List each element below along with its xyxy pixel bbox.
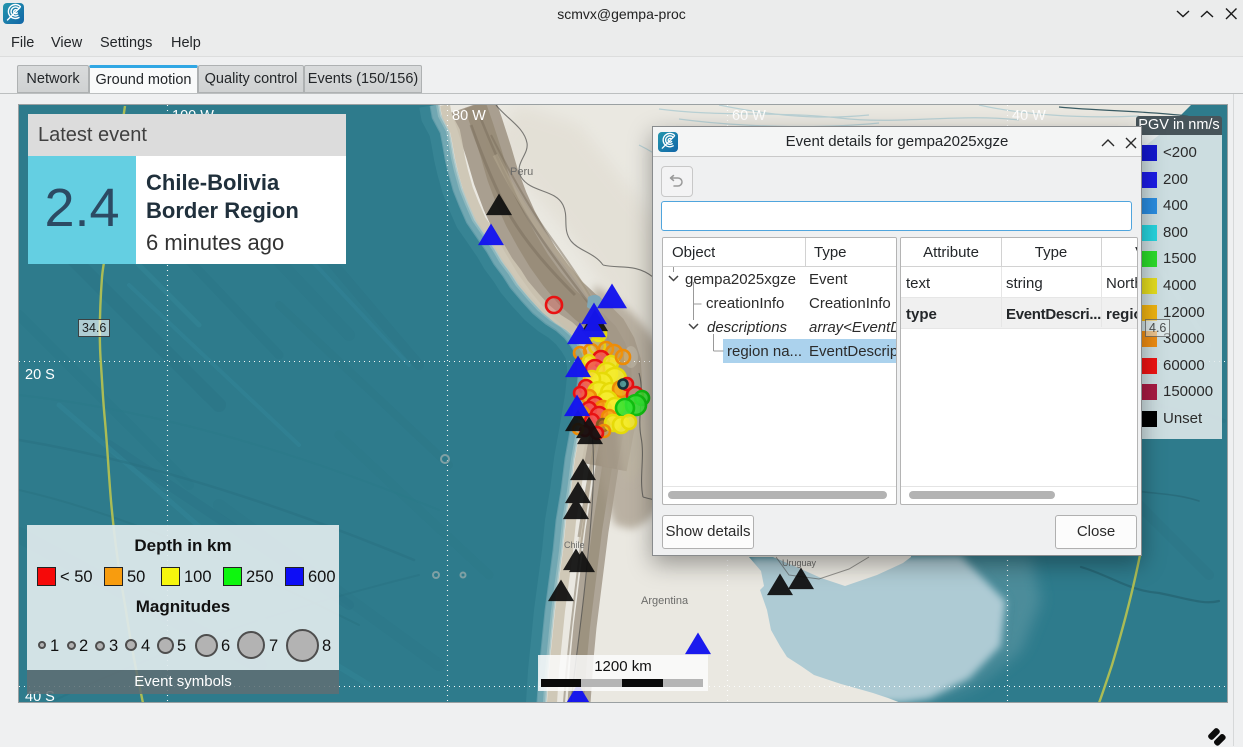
svg-text:Uruguay: Uruguay <box>782 558 817 568</box>
svg-text:40 W: 40 W <box>1012 108 1046 124</box>
svg-text:80 W: 80 W <box>452 108 486 124</box>
svg-text:EventDescrip...: EventDescrip... <box>809 343 896 360</box>
svg-text:Peru: Peru <box>510 166 533 178</box>
svg-text:CreationInfo: CreationInfo <box>809 295 891 312</box>
svg-text:region na...: region na... <box>727 343 802 360</box>
svg-text:creationInfo: creationInfo <box>706 295 784 312</box>
svg-text:Argentina: Argentina <box>641 595 689 607</box>
svg-text:gempa2025xgze: gempa2025xgze <box>685 271 796 288</box>
svg-text:Chile: Chile <box>564 540 585 550</box>
svg-text:60 W: 60 W <box>732 108 766 124</box>
svg-text:array<EventD...: array<EventD... <box>809 319 896 336</box>
svg-text:Event: Event <box>809 271 848 288</box>
svg-text:20 S: 20 S <box>25 367 55 383</box>
svg-text:descriptions: descriptions <box>707 319 788 336</box>
